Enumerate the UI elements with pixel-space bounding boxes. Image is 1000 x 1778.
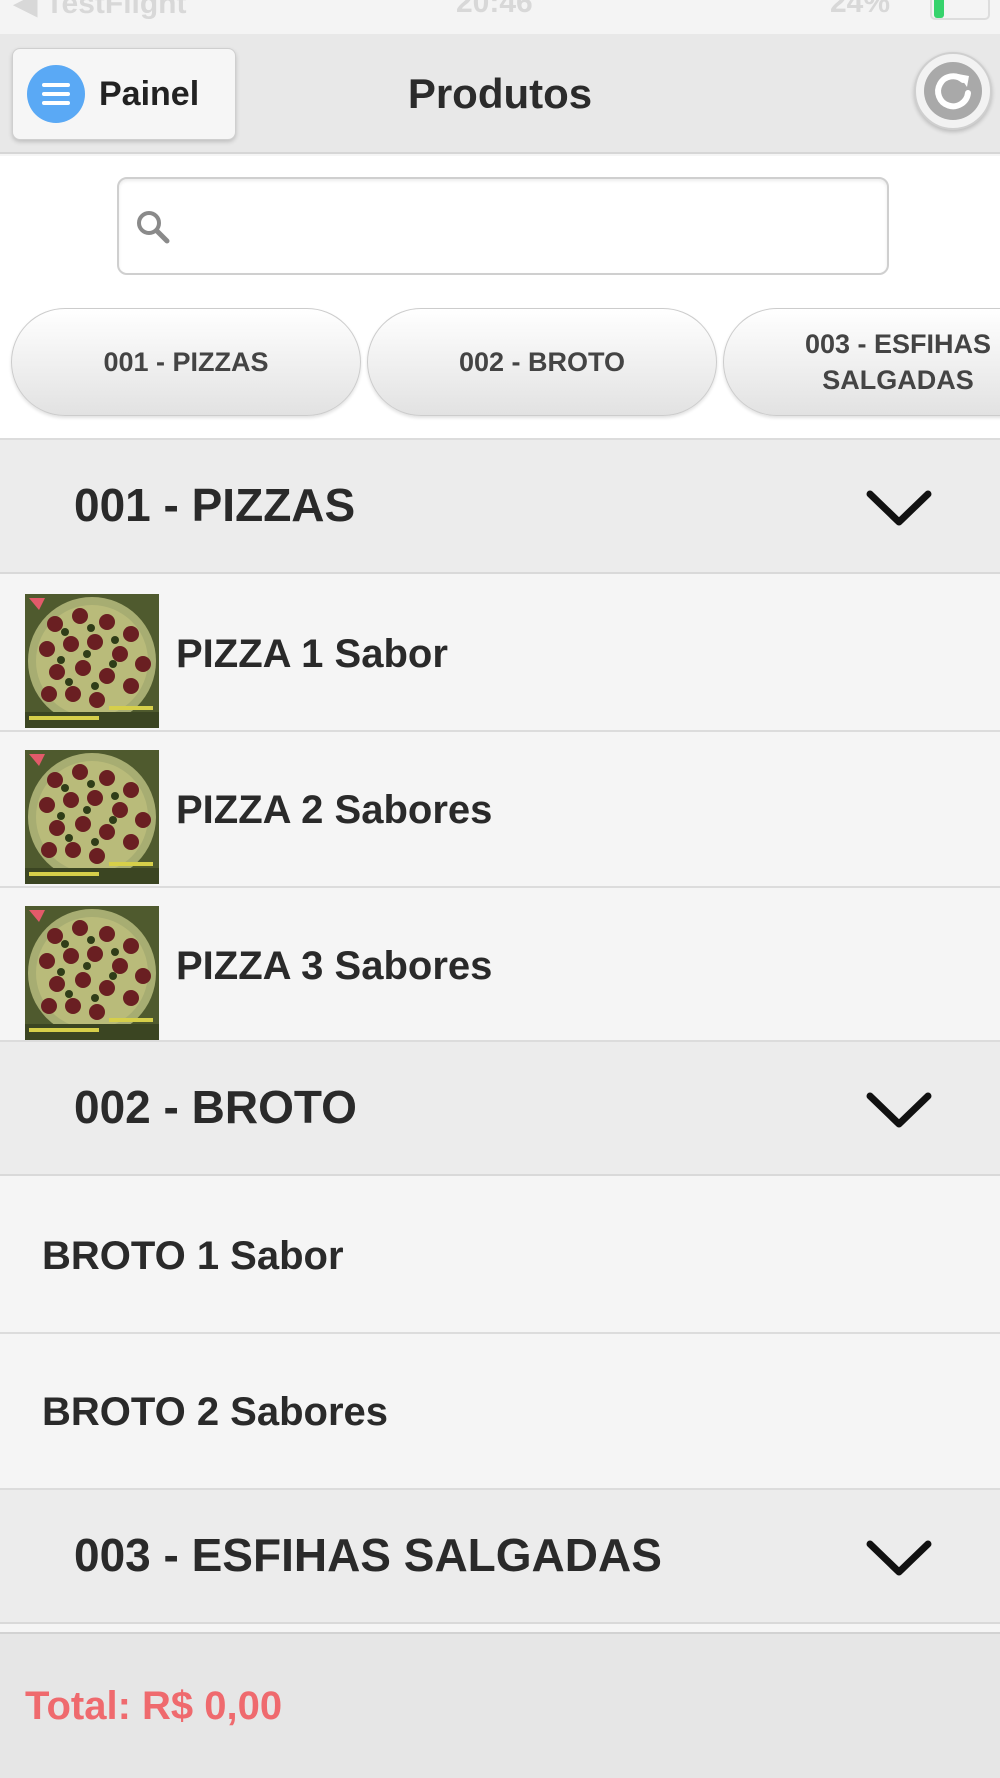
battery-level <box>934 0 944 18</box>
pizza-thumbnail <box>25 906 159 1040</box>
tab-esfihas-salgadas[interactable]: 003 - ESFIHAS SALGADAS <box>723 308 1000 416</box>
cart-total: Total: R$ 0,00 <box>25 1684 283 1728</box>
search-box[interactable] <box>117 177 889 275</box>
pizza-thumbnail <box>25 750 159 884</box>
chevron-down-icon <box>866 1540 932 1576</box>
product-item-pizza-2-sabores[interactable]: PIZZA 2 Sabores <box>0 732 1000 888</box>
product-name: PIZZA 3 Sabores <box>176 944 493 988</box>
product-name: BROTO 1 Sabor <box>42 1234 344 1278</box>
category-header-broto[interactable]: 002 - BROTO <box>0 1042 1000 1176</box>
search-input[interactable] <box>179 189 879 265</box>
category-tabs: 001 - PIZZAS 002 - BROTO 003 - ESFIHAS S… <box>0 286 1000 440</box>
status-back-app[interactable]: ◀ TestFlight <box>14 0 187 21</box>
page-title: Produtos <box>407 70 593 117</box>
status-bar: ◀ TestFlight 20:46 24% <box>0 0 1000 34</box>
category-title: 001 - PIZZAS <box>74 479 356 531</box>
category-header-pizzas[interactable]: 001 - PIZZAS <box>0 440 1000 574</box>
product-item-pizza-3-sabores[interactable]: PIZZA 3 Sabores <box>0 888 1000 1042</box>
product-item-pizza-1-sabor[interactable]: PIZZA 1 Sabor <box>0 576 1000 732</box>
status-battery-percent: 24% <box>830 0 891 19</box>
chevron-down-icon <box>866 490 932 526</box>
pizza-thumbnail <box>25 594 159 728</box>
category-header-esfihas-salgadas[interactable]: 003 - ESFIHAS SALGADAS <box>0 1490 1000 1624</box>
tab-pizzas[interactable]: 001 - PIZZAS <box>11 308 361 416</box>
refresh-button[interactable] <box>914 52 992 130</box>
chevron-down-icon <box>866 1092 932 1128</box>
product-item-broto-1-sabor[interactable]: BROTO 1 Sabor <box>0 1178 1000 1334</box>
product-item-broto-2-sabores[interactable]: BROTO 2 Sabores <box>0 1334 1000 1490</box>
search-area <box>0 156 1000 286</box>
category-title: 003 - ESFIHAS SALGADAS <box>74 1529 662 1581</box>
product-name: BROTO 2 Sabores <box>42 1390 389 1434</box>
refresh-icon <box>924 62 982 120</box>
tab-broto[interactable]: 002 - BROTO <box>367 308 717 416</box>
cart-footer: Total: R$ 0,00 <box>0 1632 1000 1778</box>
product-name: PIZZA 1 Sabor <box>176 632 448 676</box>
status-time: 20:46 <box>456 0 533 19</box>
product-name: PIZZA 2 Sabores <box>176 788 493 832</box>
app-header: Painel Produtos <box>0 34 1000 154</box>
search-icon <box>137 211 170 244</box>
category-title: 002 - BROTO <box>74 1081 357 1133</box>
